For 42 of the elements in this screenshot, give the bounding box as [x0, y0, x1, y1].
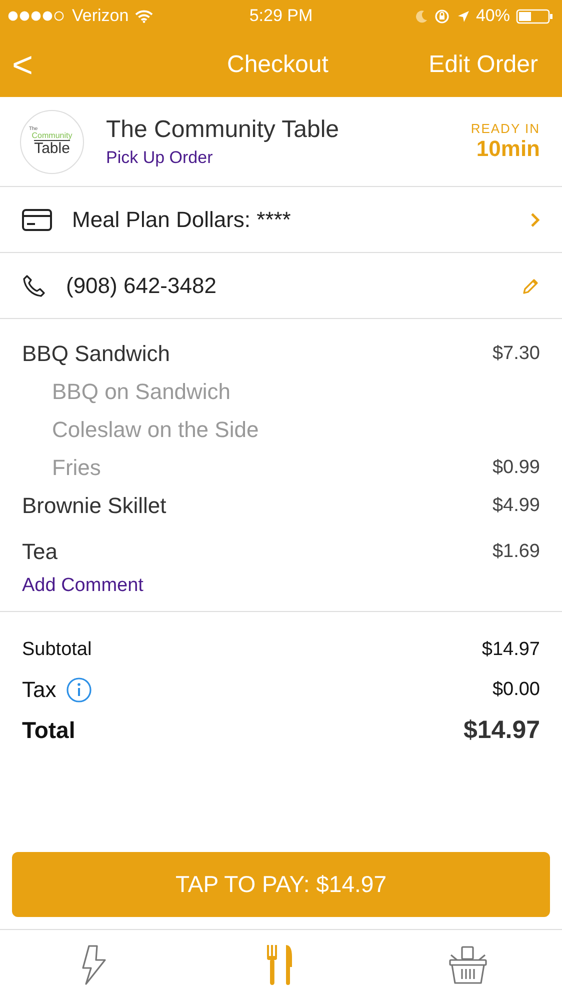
item-option: Fries	[52, 455, 101, 481]
phone-number: (908) 642-3482	[66, 272, 216, 298]
moon-icon	[416, 10, 428, 22]
restaurant-name: The Community Table	[106, 116, 339, 144]
chevron-right-icon	[530, 212, 540, 228]
item-name: Brownie Skillet	[22, 493, 166, 519]
info-icon[interactable]	[66, 677, 92, 703]
status-time: 5:29 PM	[249, 6, 313, 26]
total-label: Tax	[22, 677, 56, 703]
total-label: Subtotal	[22, 639, 92, 661]
carrier-name: Verizon	[72, 6, 129, 26]
total-label: Total	[22, 716, 76, 744]
battery-icon	[516, 8, 554, 24]
lightning-icon	[80, 944, 107, 986]
item-price: $7.30	[492, 343, 540, 365]
basket-icon	[448, 945, 488, 985]
item-option: BBQ on Sandwich	[52, 379, 231, 405]
page-title: Checkout	[227, 50, 328, 78]
total-value: $0.00	[492, 679, 540, 701]
pencil-icon	[522, 276, 540, 294]
payment-method-row[interactable]: Meal Plan Dollars: ****	[0, 187, 562, 253]
rotation-lock-icon	[434, 8, 451, 24]
ready-time: 10min	[476, 136, 540, 162]
item-option: Coleslaw on the Side	[52, 417, 259, 443]
wifi-icon	[134, 10, 153, 22]
battery-percent: 40%	[476, 6, 510, 26]
add-comment-link[interactable]: Add Comment	[22, 575, 144, 597]
item-price: $1.69	[492, 541, 540, 563]
order-type: Pick Up Order	[106, 148, 214, 168]
signal-icon	[8, 11, 66, 21]
item-price: $4.99	[492, 495, 540, 517]
total-value: $14.97	[482, 639, 540, 661]
phone-row[interactable]: (908) 642-3482	[0, 253, 562, 319]
location-arrow-icon	[456, 10, 470, 22]
item-name: BBQ Sandwich	[22, 341, 170, 367]
payment-method: Meal Plan Dollars: ****	[72, 206, 291, 232]
item-name: Tea	[22, 539, 58, 565]
credit-card-icon	[22, 208, 52, 230]
item-price: $0.99	[492, 457, 540, 479]
total-value: $14.97	[464, 716, 540, 744]
phone-icon	[22, 274, 46, 298]
ready-label: READY IN	[470, 121, 540, 136]
